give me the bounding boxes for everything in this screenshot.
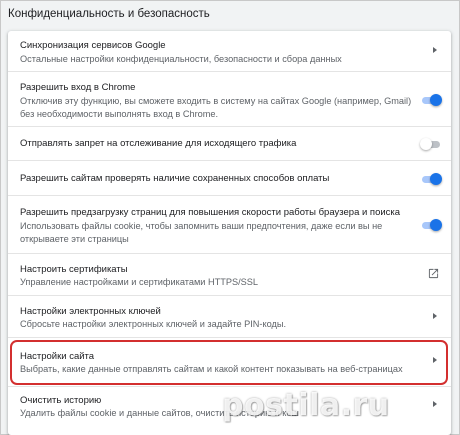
row-google-sync[interactable]: Синхронизация сервисов Google Остальные … (8, 31, 451, 71)
row-preload-pages[interactable]: Разрешить предзагрузку страниц для повыш… (8, 195, 451, 253)
row-do-not-track[interactable]: Отправлять запрет на отслеживание для ис… (8, 126, 451, 160)
section-title: Конфиденциальность и безопасность (8, 8, 210, 20)
row-payment-methods[interactable]: Разрешить сайтам проверять наличие сохра… (8, 160, 451, 195)
row-description: Остальные настройки конфиденциальности, … (20, 54, 342, 64)
payment-methods-toggle[interactable] (420, 173, 442, 185)
row-manage-certificates[interactable]: Настроить сертификаты Управление настрой… (8, 253, 451, 295)
row-allow-chrome-signin[interactable]: Разрешить вход в Chrome Отключив эту фун… (8, 71, 451, 126)
row-label: Настройки электронных ключей (20, 306, 161, 317)
toggle-knob (420, 138, 432, 150)
chevron-right-icon[interactable] (433, 47, 437, 53)
do-not-track-toggle[interactable] (420, 138, 442, 150)
row-description: Управление настройками и сертификатами H… (20, 277, 258, 287)
chevron-right-icon[interactable] (433, 401, 437, 407)
row-label: Разрешить вход в Chrome (20, 82, 136, 93)
toggle-knob (430, 219, 442, 231)
row-label: Разрешить сайтам проверять наличие сохра… (20, 173, 330, 184)
row-label: Разрешить предзагрузку страниц для повыш… (20, 207, 401, 218)
preload-pages-toggle[interactable] (420, 219, 442, 231)
row-security-keys[interactable]: Настройки электронных ключей Сбросьте на… (8, 295, 451, 337)
external-link-icon[interactable] (428, 268, 439, 279)
row-description: Сбросьте настройки электронных ключей и … (20, 319, 287, 329)
row-description: Использовать файлы cookie, чтобы запомни… (20, 221, 383, 244)
toggle-knob (430, 94, 442, 106)
row-label: Синхронизация сервисов Google (20, 40, 166, 51)
allow-signin-toggle[interactable] (420, 94, 442, 106)
chevron-right-icon[interactable] (433, 313, 437, 319)
row-label: Настроить сертификаты (20, 264, 128, 275)
watermark-text: postila.ru (222, 388, 390, 423)
toggle-knob (430, 173, 442, 185)
row-label: Отправлять запрет на отслеживание для ис… (20, 138, 297, 149)
row-label: Очистить историю (20, 395, 102, 406)
row-description: Отключив эту функцию, вы сможете входить… (20, 96, 412, 119)
site-settings-highlight-frame (10, 340, 448, 385)
